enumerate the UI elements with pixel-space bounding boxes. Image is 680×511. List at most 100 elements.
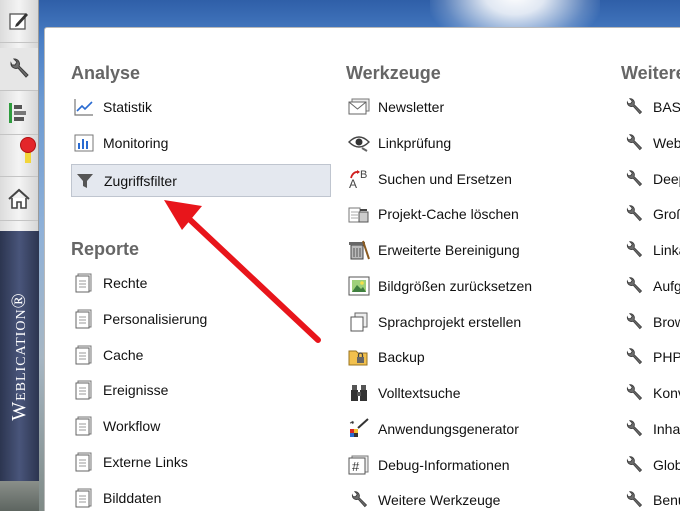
menu-item-label: Zugriffsfilter xyxy=(104,172,177,189)
notification-dot xyxy=(20,137,36,153)
menu-item-label: Sprachprojekt erstellen xyxy=(378,314,522,330)
menu-item-label: Webs xyxy=(653,135,680,151)
home-button[interactable] xyxy=(0,178,38,221)
wrench-icon xyxy=(623,203,645,225)
wrench-icon xyxy=(623,275,645,297)
menu-item-zugriffsfilter[interactable]: Zugriffsfilter xyxy=(71,164,331,197)
menu-item-sprachprojekt-erstellen[interactable]: Sprachprojekt erstellen xyxy=(346,306,601,338)
menu-item-anwendungsgenerator[interactable]: Anwendungsgenerator xyxy=(346,413,601,445)
menu-item-label: Inhal xyxy=(653,421,680,437)
menu-item-statistik[interactable]: Statistik xyxy=(71,91,330,123)
menu-item-label: PHP xyxy=(653,349,680,365)
menu-item-label: Projekt-Cache löschen xyxy=(378,206,519,222)
menu-item-erweiterte-bereinigung[interactable]: Erweiterte Bereinigung xyxy=(346,234,601,266)
wrench-icon xyxy=(623,418,645,440)
menu-item-label: Personalisierung xyxy=(103,311,208,327)
tree-structure-icon xyxy=(9,103,26,123)
menu-item-cache[interactable]: Cache xyxy=(71,339,330,371)
menu-item-weitere-1[interactable]: BASI xyxy=(621,91,680,123)
structure-button[interactable] xyxy=(0,92,38,135)
menu-item-label: Deep xyxy=(653,171,680,187)
wrench-icon xyxy=(623,96,645,118)
replace-icon: AB xyxy=(348,168,370,190)
menu-item-label: Newsletter xyxy=(378,99,445,115)
menu-item-workflow[interactable]: Workflow xyxy=(71,410,330,442)
document-icon xyxy=(73,415,95,437)
menu-item-ereignisse[interactable]: Ereignisse xyxy=(71,374,330,406)
document-icon xyxy=(73,308,95,330)
menu-item-weitere-11[interactable]: Glob xyxy=(621,449,680,481)
edit-button[interactable] xyxy=(0,0,38,43)
wrench-icon xyxy=(10,58,29,78)
menu-item-projekt-cache-loeschen[interactable]: Projekt-Cache löschen xyxy=(346,198,601,230)
menu-item-suchen-ersetzen[interactable]: AB Suchen und Ersetzen xyxy=(346,163,601,195)
cache-clear-icon xyxy=(348,203,370,225)
menu-item-label: Anwendungsgenerator xyxy=(378,421,519,437)
menu-item-weitere-2[interactable]: Webs xyxy=(621,127,680,159)
menu-item-label: Monitoring xyxy=(103,135,169,151)
menu-item-label: Backup xyxy=(378,349,425,365)
menu-item-label: Weitere Werkzeuge xyxy=(378,492,501,508)
menu-item-weitere-werkzeuge[interactable]: Weitere Werkzeuge xyxy=(346,484,601,511)
menu-item-label: Cache xyxy=(103,347,144,363)
document-icon xyxy=(73,272,95,294)
menu-item-weitere-8[interactable]: PHP xyxy=(621,341,680,373)
menu-item-linkpruefung[interactable]: Linkprüfung xyxy=(346,127,601,159)
svg-text:B: B xyxy=(360,169,367,181)
eye-icon xyxy=(348,132,370,154)
menu-item-weitere-12[interactable]: Benu xyxy=(621,484,680,511)
menu-item-label: Konv xyxy=(653,385,680,401)
menu-item-label: Brow xyxy=(653,314,680,330)
menu-item-bildgroessen-zuruecksetzen[interactable]: Bildgrößen zurücksetzen xyxy=(346,270,601,302)
menu-item-debug-informationen[interactable]: # Debug-Informationen xyxy=(346,449,601,481)
menu-item-volltextsuche[interactable]: Volltextsuche xyxy=(346,377,601,409)
menu-item-label: Externe Links xyxy=(103,454,188,470)
menu-item-label: Rechte xyxy=(103,275,148,291)
folder-lock-icon xyxy=(348,346,370,368)
menu-item-label: Ereignisse xyxy=(103,382,169,398)
menu-item-label: Volltextsuche xyxy=(378,385,461,401)
menu-item-label: Erweiterte Bereinigung xyxy=(378,242,520,258)
heading-werkzeuge: Werkzeuge xyxy=(346,63,441,83)
menu-item-weitere-4[interactable]: Groß xyxy=(621,198,680,230)
menu-item-label: Suchen und Ersetzen xyxy=(378,171,512,187)
menu-item-label: Glob xyxy=(653,457,680,473)
binoculars-icon xyxy=(348,382,370,404)
document-icon xyxy=(73,451,95,473)
wrench-icon xyxy=(623,346,645,368)
menu-item-weitere-5[interactable]: Linka xyxy=(621,234,680,266)
menu-item-weitere-7[interactable]: Brow xyxy=(621,306,680,338)
wand-icon xyxy=(348,418,370,440)
menu-item-newsletter[interactable]: Newsletter xyxy=(346,91,601,123)
menu-item-weitere-10[interactable]: Inhal xyxy=(621,413,680,445)
menu-item-backup[interactable]: Backup xyxy=(346,341,601,373)
heading-weitere: Weitere xyxy=(621,63,680,83)
home-icon xyxy=(8,188,30,209)
menu-item-bilddaten[interactable]: Bilddaten xyxy=(71,482,330,511)
menu-item-externe-links[interactable]: Externe Links xyxy=(71,446,330,478)
menu-item-label: Benu xyxy=(653,492,680,508)
tools-button[interactable] xyxy=(0,48,38,91)
menu-item-label: Workflow xyxy=(103,418,161,434)
menu-item-personalisierung[interactable]: Personalisierung xyxy=(71,303,330,335)
menu-item-monitoring[interactable]: Monitoring xyxy=(71,127,330,159)
document-icon xyxy=(73,379,95,401)
left-toolbar: 2 Weblication® xyxy=(0,0,39,511)
menu-item-weitere-9[interactable]: Konv xyxy=(621,377,680,409)
edit-icon xyxy=(9,13,28,30)
wrench-icon xyxy=(623,311,645,333)
mail-icon xyxy=(348,96,370,118)
menu-item-rechte[interactable]: Rechte xyxy=(71,267,330,299)
toolbar-footer xyxy=(0,481,39,511)
tools-menu-panel: Analyse Statistik Monitoring Zugriffsfil… xyxy=(44,27,680,511)
menu-item-weitere-6[interactable]: Aufg xyxy=(621,270,680,302)
chart-line-icon xyxy=(73,96,95,118)
menu-item-weitere-3[interactable]: Deep xyxy=(621,163,680,195)
wrench-icon xyxy=(623,168,645,190)
heading-analyse: Analyse xyxy=(71,63,141,83)
bar-chart-icon xyxy=(73,132,95,154)
menu-item-label: Debug-Informationen xyxy=(378,457,510,473)
wrench-icon xyxy=(623,239,645,261)
wrench-icon xyxy=(348,489,370,511)
wrench-icon xyxy=(623,132,645,154)
